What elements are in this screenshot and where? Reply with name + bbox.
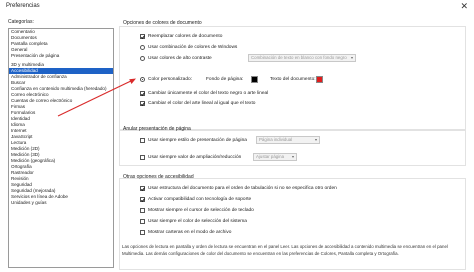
zoom-select-value: Ajustar página <box>256 154 285 159</box>
replace-colors-option[interactable]: Reemplazar colores de documento <box>140 34 222 39</box>
chevron-down-icon: ▾ <box>350 55 353 60</box>
high-contrast-radio[interactable] <box>140 56 145 61</box>
high-contrast-label: Usar colores de alto contraste <box>148 56 212 61</box>
selection-color-checkbox[interactable] <box>140 219 145 224</box>
high-contrast-select-value: Combinación de texto en blanco con fondo… <box>251 55 347 60</box>
doc-text-swatch[interactable] <box>316 76 323 83</box>
window-title: Preferencias <box>6 3 40 9</box>
page-bg-label: Fondo de página: <box>206 77 244 82</box>
doc-text-label: Texto del documento: <box>270 77 316 82</box>
assistive-tech-label: Activar compatibilidad con tecnología de… <box>148 197 252 202</box>
custom-color-label: Color personalizado: <box>148 77 192 82</box>
custom-color-radio[interactable] <box>140 77 145 82</box>
page-style-option[interactable]: Usar siempre estilo de presentación de p… <box>140 138 247 143</box>
keyboard-cursor-option[interactable]: Mostrar siempre el cursor de selección d… <box>140 208 254 213</box>
keyboard-cursor-checkbox[interactable] <box>140 208 145 213</box>
line-art-option[interactable]: Cambiar el color del arte lineal al igua… <box>140 101 255 106</box>
categories-list[interactable]: Comentario Documentos Pantalla completa Gen… <box>8 28 114 268</box>
page-display-section-title: Anular presentación de página <box>123 126 191 132</box>
line-art-label: Cambiar el color del arte lineal al igua… <box>148 101 256 106</box>
windows-colors-option[interactable]: Usar combinación de colores de Windows <box>140 45 237 50</box>
colors-section-title: Opciones de colores de documento <box>123 20 202 26</box>
chevron-down-icon: ▾ <box>291 154 294 159</box>
zoom-label: Usar siempre valor de ampliación/reducci… <box>148 155 242 160</box>
other-options-section-title: Otras opciones de accesibilidad <box>123 174 194 180</box>
windows-colors-radio[interactable] <box>140 45 145 50</box>
chevron-down-icon: ▾ <box>314 137 317 142</box>
zoom-option[interactable]: Usar siempre valor de ampliación/reducci… <box>140 155 241 160</box>
zoom-select[interactable]: Ajustar página ▾ <box>253 153 297 161</box>
replace-colors-checkbox[interactable] <box>140 34 145 39</box>
replace-colors-label: Reemplazar colores de documento <box>148 34 223 39</box>
assistive-tech-option[interactable]: Activar compatibilidad con tecnología de… <box>140 197 251 202</box>
tab-order-option[interactable]: Usar estructura del documento para el or… <box>140 186 337 191</box>
tab-order-checkbox[interactable] <box>140 186 145 191</box>
selection-color-label: Usar siempre el color de selección del s… <box>148 219 247 224</box>
page-style-checkbox[interactable] <box>140 138 145 143</box>
categories-label: Categorías: <box>8 19 34 25</box>
show-portfolios-label: Mostrar carteras en el modo de archivo <box>148 230 232 235</box>
only-black-text-checkbox[interactable] <box>140 91 145 96</box>
selection-color-option[interactable]: Usar siempre el color de selección del s… <box>140 219 247 224</box>
page-bg-swatch[interactable] <box>251 76 258 83</box>
high-contrast-option[interactable]: Usar colores de alto contraste <box>140 56 212 61</box>
close-icon[interactable]: ✕ <box>460 2 468 11</box>
tab-order-label: Usar estructura del documento para el or… <box>148 186 337 191</box>
show-portfolios-option[interactable]: Mostrar carteras en el modo de archivo <box>140 230 231 235</box>
zoom-checkbox[interactable] <box>140 155 145 160</box>
show-portfolios-checkbox[interactable] <box>140 230 145 235</box>
windows-colors-label: Usar combinación de colores de Windows <box>148 45 238 50</box>
line-art-checkbox[interactable] <box>140 101 145 106</box>
title-bar: Preferencias ✕ <box>0 0 474 14</box>
high-contrast-select[interactable]: Combinación de texto en blanco con fondo… <box>248 54 356 62</box>
only-black-text-label: Cambiar únicamente el color del texto ne… <box>148 91 269 96</box>
page-style-label: Usar siempre estilo de presentación de p… <box>148 138 247 143</box>
assistive-tech-checkbox[interactable] <box>140 197 145 202</box>
sidebar-item[interactable]: Unidades y guías <box>9 200 113 206</box>
custom-color-option[interactable]: Color personalizado: <box>140 77 192 82</box>
only-black-text-option[interactable]: Cambiar únicamente el color del texto ne… <box>140 91 268 96</box>
keyboard-cursor-label: Mostrar siempre el cursor de selección d… <box>148 208 254 213</box>
notes-text: Las opciones de lectura en pantalla y or… <box>122 244 448 256</box>
page-style-select[interactable]: Página individual ▾ <box>256 136 320 144</box>
page-style-select-value: Página individual <box>259 137 293 142</box>
